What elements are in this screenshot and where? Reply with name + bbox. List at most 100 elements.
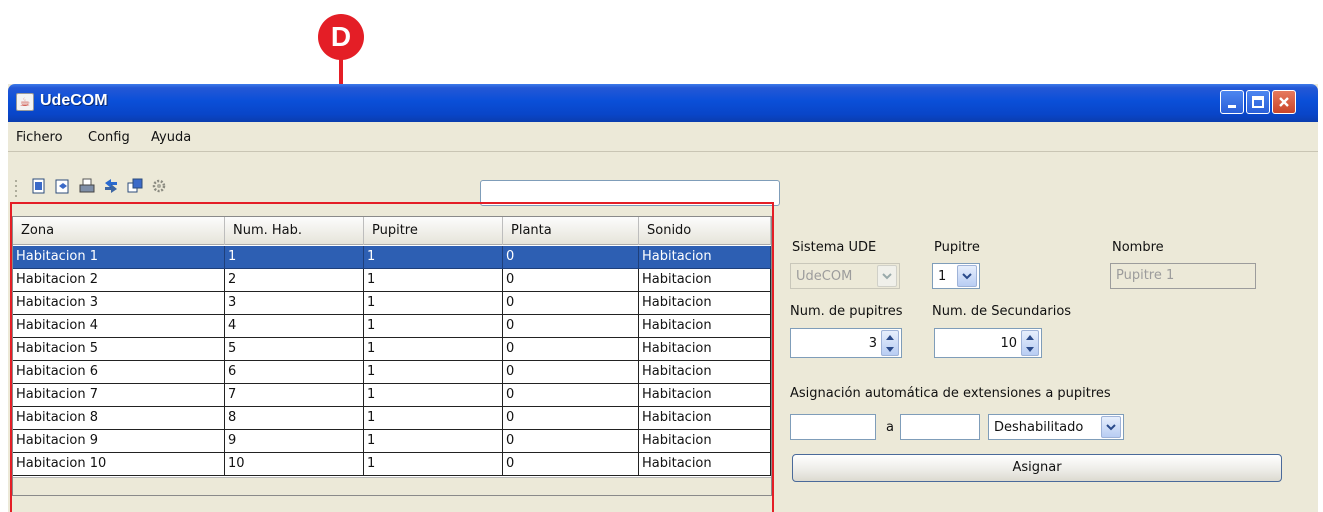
planta-cell[interactable]: 0 — [503, 430, 639, 453]
zona-cell[interactable]: Habitacion 6 — [13, 361, 225, 384]
num-pupitres-label: Num. de pupitres — [790, 304, 903, 319]
spinner-arrows-icon[interactable] — [881, 330, 899, 356]
sonido-cell[interactable]: Habitacion — [639, 269, 771, 292]
sonido-cell[interactable]: Habitacion — [639, 384, 771, 407]
num-hab-cell[interactable]: 1 — [225, 246, 364, 269]
num-hab-cell[interactable]: 4 — [225, 315, 364, 338]
zona-cell[interactable]: Habitacion 10 — [13, 453, 225, 476]
table-header: Zona Num. Hab. Pupitre Planta Sonido — [13, 217, 771, 245]
pupitre-cell[interactable]: 1 — [364, 246, 503, 269]
table-row[interactable]: Habitacion 10 10 1 0 Habitacion — [13, 453, 771, 476]
table-row[interactable]: Habitacion 5 5 1 0 Habitacion — [13, 338, 771, 361]
num-hab-cell[interactable]: 9 — [225, 430, 364, 453]
num-secundarios-spinner[interactable]: 10 — [934, 328, 1042, 358]
menu-ayuda[interactable]: Ayuda — [151, 130, 191, 145]
planta-cell[interactable]: 0 — [503, 269, 639, 292]
windows-icon[interactable] — [126, 177, 144, 195]
assignment-mode-select[interactable]: Deshabilitado — [988, 414, 1124, 440]
pupitre-cell[interactable]: 1 — [364, 407, 503, 430]
num-pupitres-value: 3 — [868, 335, 877, 351]
zona-cell[interactable]: Habitacion 9 — [13, 430, 225, 453]
sonido-cell[interactable]: Habitacion — [639, 338, 771, 361]
menu-config[interactable]: Config — [88, 130, 130, 145]
pupitre-select[interactable]: 1 — [932, 263, 980, 289]
column-header-pupitre[interactable]: Pupitre — [364, 217, 503, 245]
open-file-icon[interactable] — [54, 177, 72, 195]
menu-bar: Fichero Config Ayuda — [8, 122, 1318, 152]
nombre-label: Nombre — [1112, 240, 1164, 255]
num-hab-cell[interactable]: 10 — [225, 453, 364, 476]
table-row[interactable]: Habitacion 7 7 1 0 Habitacion — [13, 384, 771, 407]
range-from-input[interactable] — [790, 414, 876, 440]
chevron-down-icon — [1101, 416, 1121, 438]
num-hab-cell[interactable]: 8 — [225, 407, 364, 430]
planta-cell[interactable]: 0 — [503, 361, 639, 384]
sistema-ude-select[interactable]: UdeCOM — [790, 263, 900, 289]
table-row[interactable]: Habitacion 9 9 1 0 Habitacion — [13, 430, 771, 453]
zona-cell[interactable]: Habitacion 3 — [13, 292, 225, 315]
num-hab-cell[interactable]: 3 — [225, 292, 364, 315]
close-button[interactable] — [1272, 90, 1296, 114]
planta-cell[interactable]: 0 — [503, 384, 639, 407]
pupitre-cell[interactable]: 1 — [364, 269, 503, 292]
table-row[interactable]: Habitacion 6 6 1 0 Habitacion — [13, 361, 771, 384]
column-header-num-hab[interactable]: Num. Hab. — [225, 217, 364, 245]
planta-cell[interactable]: 0 — [503, 292, 639, 315]
pupitre-cell[interactable]: 1 — [364, 338, 503, 361]
sync-icon[interactable] — [102, 177, 120, 195]
planta-cell[interactable]: 0 — [503, 315, 639, 338]
print-icon[interactable] — [78, 177, 96, 195]
sonido-cell[interactable]: Habitacion — [639, 453, 771, 476]
pupitre-cell[interactable]: 1 — [364, 384, 503, 407]
minimize-button[interactable] — [1220, 90, 1244, 114]
num-hab-cell[interactable]: 5 — [225, 338, 364, 361]
search-input[interactable] — [480, 180, 780, 206]
column-header-zona[interactable]: Zona — [13, 217, 225, 245]
num-hab-cell[interactable]: 6 — [225, 361, 364, 384]
zona-cell[interactable]: Habitacion 4 — [13, 315, 225, 338]
column-header-planta[interactable]: Planta — [503, 217, 639, 245]
sonido-cell[interactable]: Habitacion — [639, 407, 771, 430]
sonido-cell[interactable]: Habitacion — [639, 292, 771, 315]
pupitre-cell[interactable]: 1 — [364, 315, 503, 338]
planta-cell[interactable]: 0 — [503, 338, 639, 361]
pupitre-cell[interactable]: 1 — [364, 430, 503, 453]
table-row[interactable]: Habitacion 4 4 1 0 Habitacion — [13, 315, 771, 338]
planta-cell[interactable]: 0 — [503, 453, 639, 476]
zona-cell[interactable]: Habitacion 7 — [13, 384, 225, 407]
pupitre-cell[interactable]: 1 — [364, 361, 503, 384]
planta-cell[interactable]: 0 — [503, 246, 639, 269]
pupitre-cell[interactable]: 1 — [364, 453, 503, 476]
sonido-cell[interactable]: Habitacion — [639, 315, 771, 338]
window-title: UdeCOM — [40, 92, 108, 109]
table-row[interactable]: Habitacion 3 3 1 0 Habitacion — [13, 292, 771, 315]
new-document-icon[interactable] — [30, 177, 48, 195]
zona-cell[interactable]: Habitacion 8 — [13, 407, 225, 430]
planta-cell[interactable]: 0 — [503, 407, 639, 430]
title-bar[interactable]: ☕ UdeCOM — [8, 84, 1318, 122]
spinner-arrows-icon[interactable] — [1021, 330, 1039, 356]
table-row[interactable]: Habitacion 8 8 1 0 Habitacion — [13, 407, 771, 430]
nombre-field[interactable]: Pupitre 1 — [1110, 263, 1256, 289]
table-row[interactable]: Habitacion 2 2 1 0 Habitacion — [13, 269, 771, 292]
maximize-icon — [1252, 96, 1264, 108]
zona-cell[interactable]: Habitacion 5 — [13, 338, 225, 361]
pupitre-cell[interactable]: 1 — [364, 292, 503, 315]
sonido-cell[interactable]: Habitacion — [639, 430, 771, 453]
range-to-input[interactable] — [900, 414, 980, 440]
sonido-cell[interactable]: Habitacion — [639, 361, 771, 384]
sonido-cell[interactable]: Habitacion — [639, 246, 771, 269]
zona-cell[interactable]: Habitacion 1 — [13, 246, 225, 269]
settings-icon[interactable] — [150, 177, 168, 195]
asignar-button[interactable]: Asignar — [792, 454, 1282, 482]
zona-cell[interactable]: Habitacion 2 — [13, 269, 225, 292]
maximize-button[interactable] — [1246, 90, 1270, 114]
column-header-sonido[interactable]: Sonido — [639, 217, 771, 245]
num-pupitres-spinner[interactable]: 3 — [790, 328, 902, 358]
assignment-mode-value: Deshabilitado — [994, 419, 1084, 435]
num-hab-cell[interactable]: 7 — [225, 384, 364, 407]
chevron-down-icon — [957, 265, 977, 287]
menu-fichero[interactable]: Fichero — [16, 130, 63, 145]
table-row[interactable]: Habitacion 1 1 1 0 Habitacion — [13, 246, 771, 269]
num-hab-cell[interactable]: 2 — [225, 269, 364, 292]
